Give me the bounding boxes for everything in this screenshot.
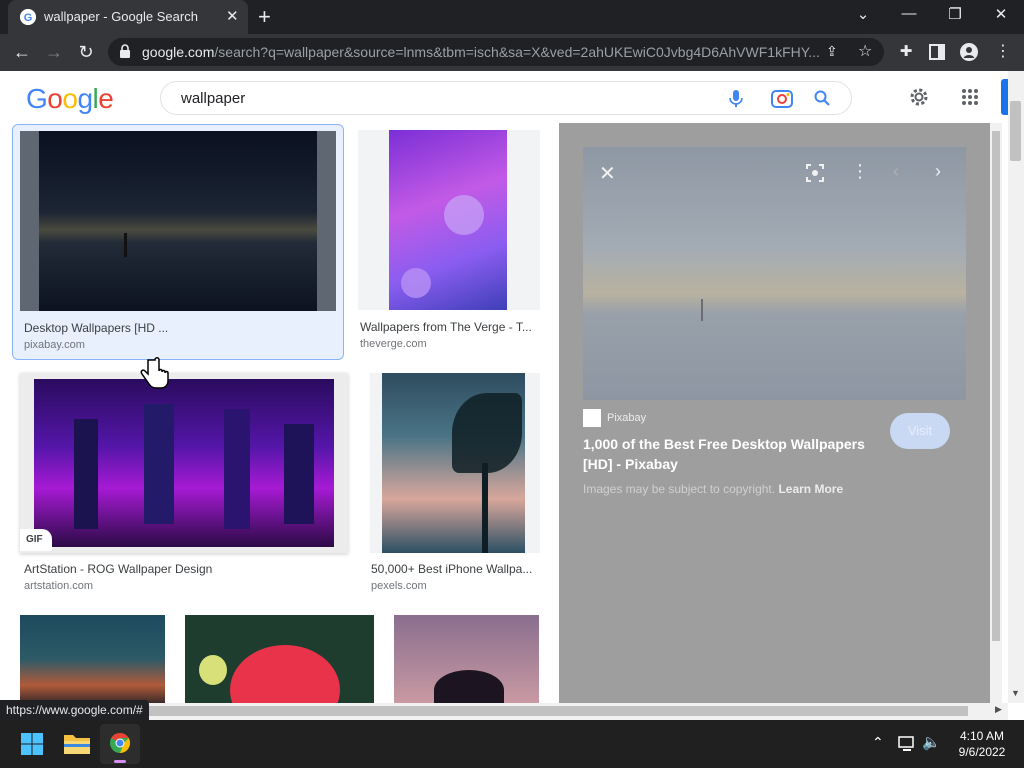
microphone-icon[interactable] [729, 90, 743, 108]
preview-image[interactable] [583, 147, 966, 400]
scrollbar-thumb[interactable] [1010, 101, 1021, 161]
tab-title: wallpaper - Google Search [44, 9, 198, 24]
result-thumbnail[interactable] [20, 131, 336, 311]
system-clock[interactable]: 4:10 AM 9/6/2022 [952, 728, 1012, 760]
vertical-scrollbar[interactable] [1008, 71, 1024, 703]
result-thumbnail[interactable]: GIF [20, 373, 348, 553]
cyberpunk-city-image [34, 379, 334, 547]
result-caption[interactable]: Desktop Wallpapers [HD ... [24, 321, 324, 335]
close-window-button[interactable]: ✕ [981, 5, 1021, 23]
result-thumbnail[interactable] [370, 373, 540, 553]
profile-icon[interactable] [958, 42, 980, 65]
more-options-icon[interactable]: ⋮ [851, 161, 869, 182]
search-query: wallpaper [181, 90, 246, 107]
windows-start-icon[interactable] [21, 733, 43, 755]
lens-camera-icon[interactable] [771, 89, 793, 109]
bookmark-star-icon[interactable]: ☆ [858, 41, 872, 61]
result-card-theverge[interactable]: Wallpapers from The Verge - T... theverg… [356, 124, 542, 360]
google-header: Google wallpaper [0, 71, 1008, 123]
search-icon[interactable] [814, 90, 830, 106]
preview-site-name[interactable]: Pixabay [607, 412, 646, 424]
result-thumbnail[interactable] [394, 615, 539, 703]
result-thumbnail[interactable] [20, 615, 165, 703]
scroll-down-icon[interactable]: ▼ [1011, 688, 1020, 698]
close-tab-icon[interactable]: ✕ [226, 7, 239, 25]
result-card-artstation[interactable]: GIF ArtStation - ROG Wallpaper Design ar… [14, 370, 352, 596]
svg-text:G: G [24, 12, 33, 24]
result-thumbnail[interactable] [185, 615, 374, 703]
show-hidden-icons-icon[interactable]: ⌃ [872, 734, 884, 751]
site-favicon-icon [583, 409, 601, 427]
volume-icon[interactable]: 🔈 [922, 733, 941, 751]
chrome-menu-icon[interactable]: ⋮ [992, 42, 1014, 62]
reload-button[interactable]: ↻ [75, 42, 97, 62]
result-caption[interactable]: 50,000+ Best iPhone Wallpa... [371, 562, 537, 576]
lock-icon [120, 44, 130, 58]
preview-panel: ✕ ⋮ ‹ › Pixabay 1,000 of the Best Free D… [559, 123, 990, 703]
forward-button[interactable]: → [43, 42, 65, 62]
learn-more-link[interactable]: Learn More [778, 482, 843, 496]
result-source[interactable]: artstation.com [24, 580, 93, 592]
result-thumbnail[interactable] [358, 130, 540, 310]
scroll-right-icon[interactable]: ▶ [995, 704, 1002, 715]
settings-gear-icon[interactable] [908, 86, 930, 108]
browser-tab[interactable]: G wallpaper - Google Search ✕ [8, 0, 248, 34]
copyright-notice: Images may be subject to copyright. Lear… [583, 482, 844, 496]
file-explorer-icon[interactable] [64, 732, 90, 754]
profile-button[interactable] [1001, 79, 1008, 115]
side-panel-icon[interactable] [926, 42, 948, 64]
previous-image-icon[interactable]: ‹ [893, 161, 899, 182]
purple-bubbles-image [389, 130, 507, 310]
chrome-taskbar-button[interactable] [100, 724, 140, 764]
share-icon[interactable]: ⇪ [826, 43, 838, 60]
tab-strip: G wallpaper - Google Search ✕ + ⌄ — ❐ ✕ [0, 0, 1024, 34]
close-preview-icon[interactable]: ✕ [599, 161, 616, 186]
chrome-icon [110, 733, 130, 753]
night-sky-image [39, 131, 317, 311]
gif-badge: GIF [20, 529, 52, 551]
result-card-pixabay[interactable]: Desktop Wallpapers [HD ... pixabay.com [12, 124, 344, 360]
extensions-icon[interactable]: ✚ [895, 42, 917, 62]
result-caption[interactable]: Wallpapers from The Verge - T... [360, 320, 540, 334]
hand-cursor-icon [140, 357, 169, 389]
search-input[interactable]: wallpaper [160, 81, 852, 115]
horizontal-scrollbar[interactable]: ▶ [0, 703, 1008, 720]
result-card-pexels[interactable]: 50,000+ Best iPhone Wallpa... pexels.com [366, 370, 542, 596]
status-url-bubble: https://www.google.com/# [0, 700, 149, 720]
active-app-indicator [114, 760, 126, 763]
taskbar: ⌃ 🔈 4:10 AM 9/6/2022 [0, 720, 1024, 768]
google-favicon-icon: G [20, 9, 36, 25]
horizontal-scrollbar-thumb[interactable] [20, 706, 968, 716]
result-caption[interactable]: ArtStation - ROG Wallpaper Design [24, 562, 344, 576]
new-tab-button[interactable]: + [258, 4, 271, 30]
preview-scrollbar-thumb[interactable] [992, 131, 1000, 641]
minimize-button[interactable]: — [889, 5, 929, 22]
result-source[interactable]: theverge.com [360, 338, 427, 350]
palm-tree-image [382, 373, 525, 553]
google-logo[interactable]: Google [26, 83, 114, 115]
next-image-icon[interactable]: › [935, 161, 941, 182]
result-source[interactable]: pexels.com [371, 580, 427, 592]
restore-button[interactable]: ❐ [935, 5, 975, 23]
preview-title[interactable]: 1,000 of the Best Free Desktop Wallpaper… [583, 434, 865, 474]
network-icon[interactable] [898, 736, 916, 752]
address-bar[interactable]: google.com/search?q=wallpaper&source=lnm… [108, 38, 884, 66]
url-text: google.com/search?q=wallpaper&source=lnm… [142, 44, 820, 60]
preview-scrollbar[interactable] [990, 123, 1002, 703]
visit-button[interactable]: Visit [890, 413, 950, 449]
sailboat-icon [701, 299, 703, 321]
sailboat-icon [124, 233, 127, 257]
tab-search-icon[interactable]: ⌄ [843, 5, 883, 23]
lens-search-icon[interactable] [806, 164, 824, 182]
browser-toolbar: ← → ↻ google.com/search?q=wallpaper&sour… [0, 34, 1024, 71]
back-button[interactable]: ← [11, 42, 33, 62]
apps-grid-icon[interactable] [961, 88, 979, 106]
result-source[interactable]: pixabay.com [24, 339, 85, 351]
